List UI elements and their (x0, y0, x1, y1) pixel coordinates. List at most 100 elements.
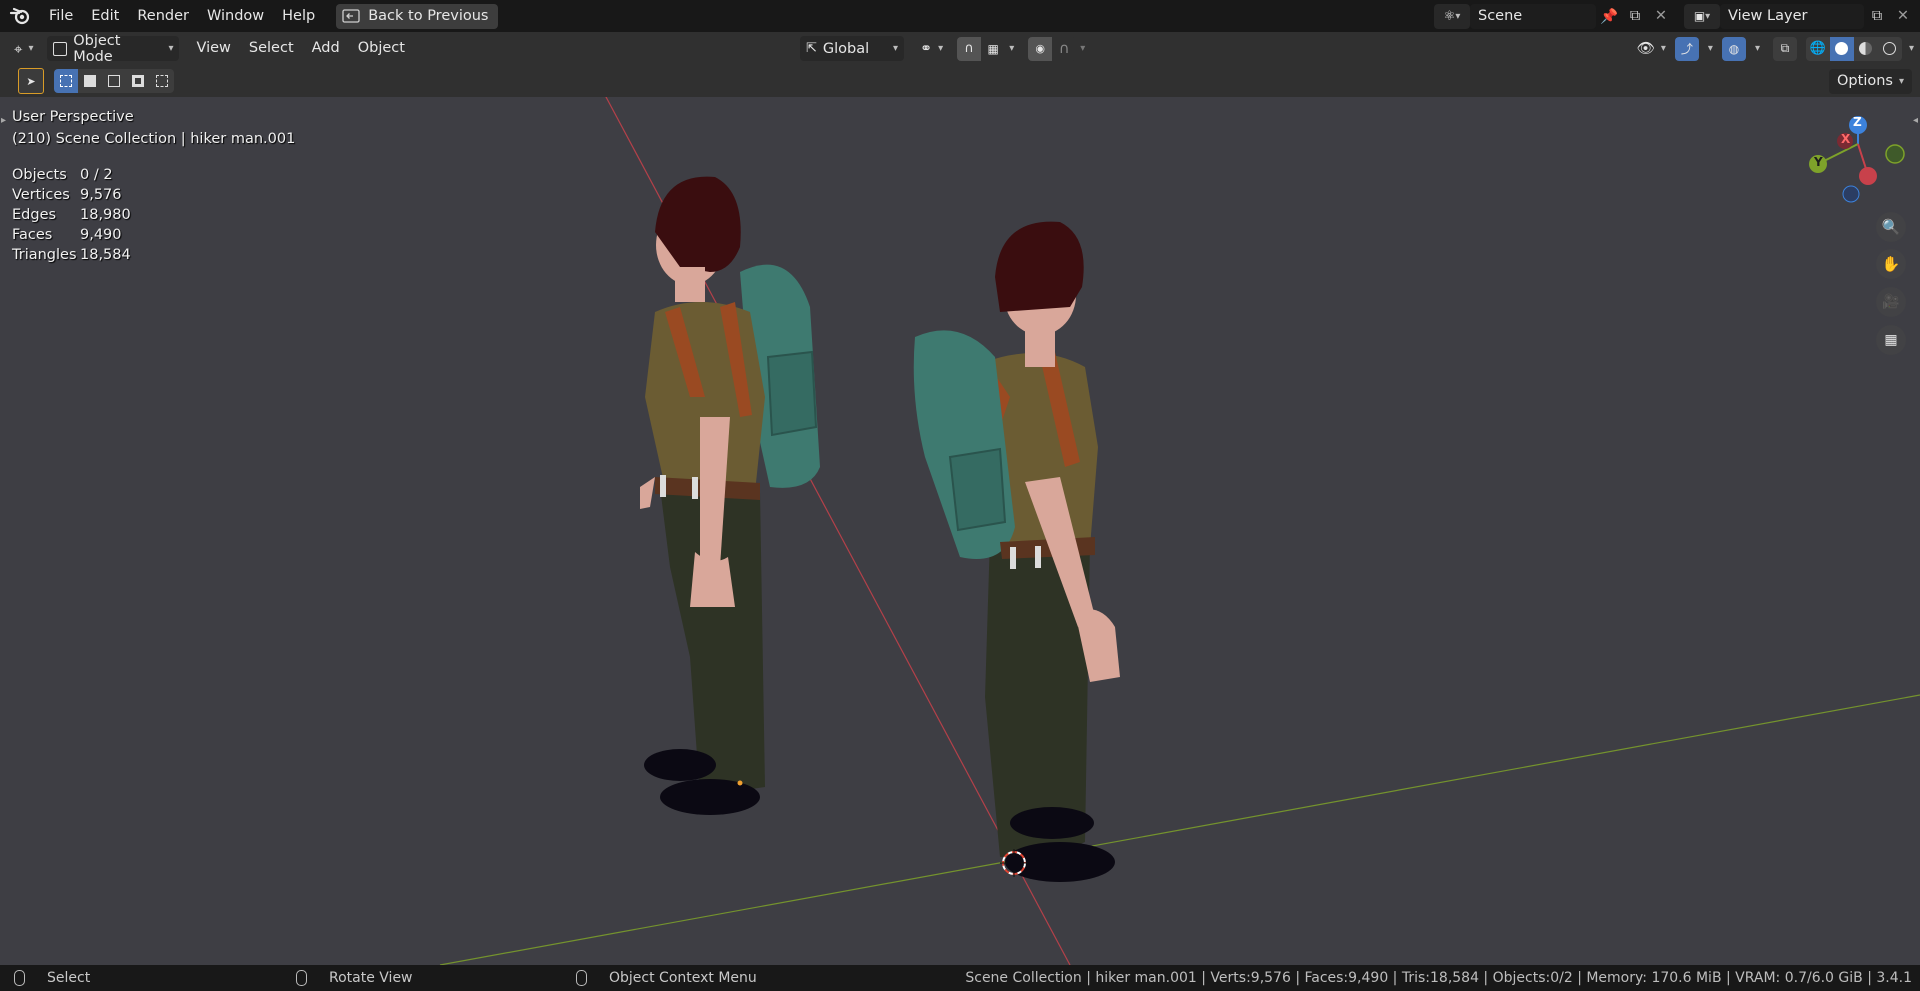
back-to-previous-button[interactable]: Back to Previous (336, 3, 499, 29)
xray-toggle-button[interactable]: ⧉ (1772, 36, 1797, 61)
stat-label: Vertices (12, 187, 70, 203)
gizmo-z-label[interactable]: Z (1853, 115, 1862, 129)
shading-caret-icon[interactable]: ▾ (1909, 43, 1914, 54)
view-layer-selector: ▣ ▾ View Layer ⧉ ✕ (1684, 3, 1916, 29)
stat-value: 9,490 (80, 227, 122, 243)
editor-type-button[interactable]: ⌖ ▾ (8, 36, 39, 61)
pivot-icon: ⚭ (920, 40, 933, 57)
scene-statistics: Objects 0 / 2 Vertices 9,576 Edges 18,98… (12, 167, 131, 263)
proportional-editing-button[interactable]: ◉ (1028, 36, 1053, 61)
shading-wireframe-button[interactable]: 🌐 (1805, 36, 1830, 61)
overlays-toggle-button[interactable]: ◍ (1721, 36, 1746, 61)
select-invert-button[interactable] (126, 69, 150, 93)
toolbar-expand-arrow-icon[interactable]: ▸ (1, 115, 6, 126)
pivot-point-dropdown[interactable]: ⚭ ▾ (914, 36, 949, 61)
gizmo-caret-icon[interactable]: ▾ (1708, 43, 1713, 54)
zoom-view-button[interactable]: 🔍 (1876, 212, 1906, 242)
rendered-sphere-icon (1883, 42, 1897, 55)
header-menu-add[interactable]: Add (303, 36, 349, 61)
stat-value: 18,980 (80, 207, 131, 223)
menu-file[interactable]: File (40, 4, 82, 28)
sidebar-expand-arrow-icon[interactable]: ◂ (1913, 115, 1918, 126)
status-hint-select: Select (14, 965, 90, 991)
menu-edit[interactable]: Edit (82, 4, 128, 28)
stat-label: Triangles (12, 247, 77, 263)
pin-icon[interactable]: 📌 (1596, 4, 1622, 29)
selection-mode-group (54, 69, 174, 93)
scene-name-field[interactable]: Scene (1470, 3, 1596, 29)
select-extend-icon (84, 75, 96, 87)
header-menu-select[interactable]: Select (240, 36, 303, 61)
falloff-caret-icon[interactable]: ▾ (1080, 43, 1085, 54)
3d-viewport[interactable]: Z X Y User Perspective (210) Scene Colle… (0, 97, 1920, 965)
scene-render (439, 97, 1920, 965)
viewport-perspective-label: User Perspective (12, 109, 134, 125)
status-select-label: Select (47, 970, 91, 986)
blender-logo-icon[interactable] (0, 0, 40, 32)
stat-value: 0 / 2 (80, 167, 113, 183)
options-dropdown[interactable]: Options ▾ (1829, 69, 1912, 94)
visibility-dropdown[interactable]: 👁 ▾ (1630, 36, 1671, 61)
stat-value: 18,584 (80, 247, 131, 263)
mouse-right-icon (576, 970, 587, 986)
object-mode-icon (53, 41, 68, 56)
select-subtract-button[interactable] (102, 69, 126, 93)
orientation-icon: ⇱ (806, 41, 817, 56)
shading-rendered-button[interactable] (1877, 36, 1902, 61)
view-layer-name-field[interactable]: View Layer (1720, 3, 1864, 29)
camera-view-button[interactable]: 🎥 (1876, 287, 1906, 317)
header-menu-object[interactable]: Object (349, 36, 414, 61)
gizmo-toggle-button[interactable]: ⤴ (1674, 36, 1699, 61)
select-intersect-button[interactable] (150, 69, 174, 93)
top-menu-bar: File Edit Render Window Help Back to Pre… (0, 0, 1920, 32)
overlays-caret-icon[interactable]: ▾ (1755, 43, 1760, 54)
new-view-layer-icon[interactable]: ⧉ (1864, 4, 1890, 29)
stat-label: Objects (12, 167, 67, 183)
back-screen-icon (342, 9, 360, 23)
xray-icon: ⧉ (1780, 41, 1790, 55)
status-context-label: Object Context Menu (609, 970, 757, 986)
new-scene-icon[interactable]: ⧉ (1622, 4, 1648, 29)
menu-render[interactable]: Render (128, 4, 198, 28)
menu-help[interactable]: Help (273, 4, 324, 28)
falloff-button[interactable]: ∩ (1052, 36, 1077, 61)
pan-view-button[interactable]: ✋ (1876, 249, 1906, 279)
gizmo-icon: ⤴ (1680, 42, 1693, 56)
camera-icon: 🎥 (1882, 294, 1900, 310)
viewport-collection-label: (210) Scene Collection | hiker man.001 (12, 131, 296, 147)
view-layer-icon: ▣ (1693, 9, 1706, 23)
grid-perspective-icon: ▦ (1884, 332, 1898, 348)
menu-window[interactable]: Window (198, 4, 273, 28)
status-hint-context: Object Context Menu (576, 965, 757, 991)
mouse-left-icon (14, 970, 25, 986)
magnet-icon: ∩ (964, 41, 974, 56)
orientation-dropdown[interactable]: ⇱ Global ▾ (800, 36, 904, 61)
delete-scene-icon[interactable]: ✕ (1648, 4, 1674, 29)
gizmo-y-label[interactable]: Y (1814, 155, 1823, 169)
material-sphere-icon (1859, 42, 1873, 55)
orientation-label: Global (822, 40, 870, 57)
proportional-icon: ◉ (1035, 42, 1046, 55)
snap-target-button[interactable]: ▦ (981, 36, 1006, 61)
select-new-button[interactable] (54, 69, 78, 93)
scene-browse-button[interactable]: ⚛ ▾ (1434, 3, 1470, 29)
header-menu-view[interactable]: View (187, 36, 239, 61)
shading-solid-button[interactable] (1829, 36, 1854, 61)
status-hint-rotate: Rotate View (296, 965, 413, 991)
cursor-arrow-icon: ➤ (26, 74, 36, 88)
select-invert-icon (132, 75, 144, 87)
gizmo-x-label[interactable]: X (1841, 132, 1850, 146)
snap-caret-icon[interactable]: ▾ (1009, 43, 1014, 54)
wireframe-sphere-icon: 🌐 (1809, 41, 1827, 56)
magnifier-plus-icon: 🔍 (1881, 218, 1901, 236)
perspective-toggle-button[interactable]: ▦ (1876, 325, 1906, 355)
viewport-shading-controls: 👁 ▾ ⤴ ▾ ◍ ▾ ⧉ 🌐 ▾ (1630, 32, 1914, 65)
mode-dropdown[interactable]: Object Mode ▾ (47, 33, 180, 65)
select-box-tool-button[interactable]: ➤ (18, 68, 44, 94)
shading-material-button[interactable] (1853, 36, 1878, 61)
delete-view-layer-icon[interactable]: ✕ (1890, 4, 1916, 29)
status-info: Scene Collection | hiker man.001 | Verts… (965, 970, 1912, 986)
view-layer-browse-button[interactable]: ▣ ▾ (1684, 3, 1720, 29)
select-extend-button[interactable] (78, 69, 102, 93)
snap-toggle-button[interactable]: ∩ (957, 36, 982, 61)
